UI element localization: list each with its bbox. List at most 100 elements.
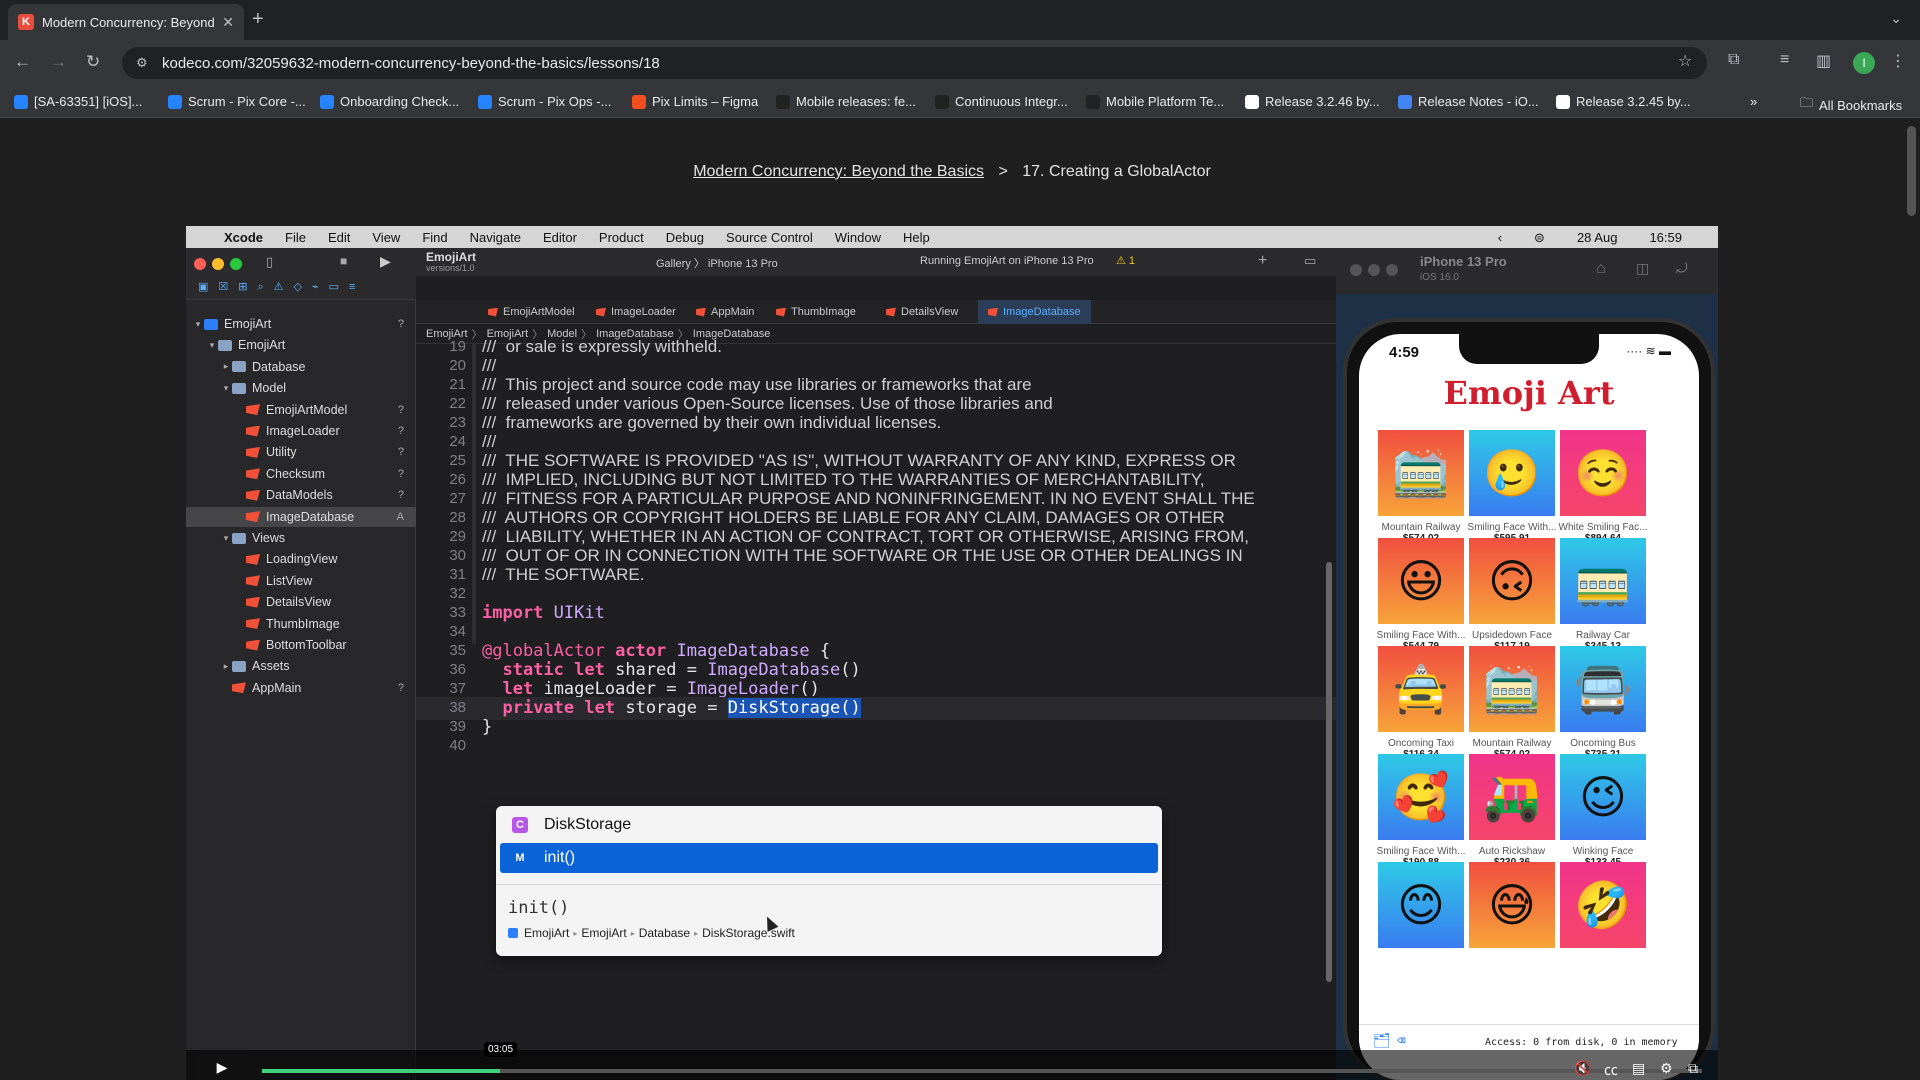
course-link[interactable]: Modern Concurrency: Beyond the Basics: [693, 163, 984, 180]
autocomplete-item[interactable]: Minit(): [500, 843, 1158, 873]
bookmarks-overflow-icon[interactable]: »: [1750, 94, 1757, 109]
folder-badge-icon[interactable]: 🗂: [1373, 1033, 1391, 1049]
bookmark-item[interactable]: Scrum - Pix Core -...: [168, 94, 306, 109]
menu-navigate: Navigate: [469, 229, 521, 245]
iphone-notch: [1459, 334, 1599, 364]
scm-status-badge: ?: [397, 467, 404, 480]
code-text: /// or sale is expressly withheld.: [482, 337, 722, 356]
bookmark-item[interactable]: Scrum - Pix Ops -...: [478, 94, 611, 109]
emoji-cell[interactable]: 🥰Smiling Face With...$190.88: [1369, 754, 1473, 868]
jira-icon: [478, 94, 492, 109]
emoji-thumbnail: 🚞: [1469, 646, 1555, 732]
bookmark-item[interactable]: Release 3.2.46 by...: [1245, 94, 1380, 109]
emoji-cell[interactable]: 😊: [1369, 862, 1473, 954]
notes-icon[interactable]: ▤: [1632, 1060, 1645, 1077]
browser-menu-icon[interactable]: ⋮: [1890, 51, 1906, 71]
navigator-item-label: DetailsView: [266, 595, 332, 610]
back-icon[interactable]: ←: [14, 52, 31, 72]
emoji-thumbnail: 🚖: [1378, 646, 1464, 732]
line-number: 23: [449, 414, 466, 431]
bookmark-item[interactable]: Release 3.2.45 by...: [1556, 94, 1691, 109]
disclosure-icon: ▾: [209, 339, 215, 350]
code-text: /// IMPLIED, INCLUDING BUT NOT LIMITED T…: [482, 470, 1205, 489]
tab-close-icon[interactable]: ✕: [222, 14, 234, 31]
tab-search-chevron-icon[interactable]: ⌄: [1890, 10, 1902, 27]
emoji-cell[interactable]: 🙃Upsidedown Face$117.19: [1460, 538, 1564, 652]
settings-icon[interactable]: ⚙: [1660, 1060, 1673, 1077]
project-version: versions/1.0: [426, 263, 475, 273]
emoji-cell[interactable]: 😃Smiling Face With...$544.79: [1369, 538, 1473, 652]
play-button[interactable]: ▶: [196, 1055, 248, 1080]
emoji-cell[interactable]: 🚞Mountain Railway$574.02: [1460, 646, 1564, 760]
emoji-cell[interactable]: ☺️White Smiling Fac...$894.64: [1551, 430, 1655, 544]
emoji-cell[interactable]: 🛺Auto Rickshaw$230.36: [1460, 754, 1564, 868]
emoji-cell[interactable]: 🚃Railway Car$345.13: [1551, 538, 1655, 652]
navigator-item: ImageLoader?: [186, 421, 416, 441]
xcode-toolbar: ▯ ■ ▶ EmojiArt versions/1.0 Gallery 〉 iP…: [186, 248, 1336, 276]
navigator-tab-icons: ▣☒⊞⌕⚠◇⌁▭≡: [198, 281, 366, 293]
bookmark-item[interactable]: [SA-63351] [iOS]...: [14, 94, 142, 109]
project-icon: [508, 928, 518, 938]
bookmark-star-icon[interactable]: ☆: [1678, 51, 1692, 71]
emoji-thumbnail: 🥲: [1469, 430, 1555, 516]
emoji-name: White Smiling Fac...: [1558, 522, 1648, 533]
navigator-item: ▾ EmojiArt: [186, 335, 416, 355]
menu-debug: Debug: [665, 229, 705, 245]
folder-icon: [232, 361, 246, 373]
profile-avatar[interactable]: I: [1853, 52, 1875, 74]
swift-file-icon: [488, 307, 498, 317]
side-panel-icon[interactable]: ▥: [1816, 51, 1831, 71]
code-text: /// THE SOFTWARE.: [482, 565, 645, 584]
emoji-cell[interactable]: 🤣: [1551, 862, 1655, 954]
bookmark-item[interactable]: Continuous Integr...: [935, 94, 1068, 109]
activity-status: Running EmojiArt on iPhone 13 Pro: [920, 255, 1094, 267]
menubar-status: ‹ ⊜ 28 Aug 16:59: [1498, 230, 1704, 246]
bookmark-item[interactable]: Pix Limits – Figma: [632, 94, 758, 109]
bookmark-item[interactable]: Mobile Platform Te...: [1086, 94, 1224, 109]
emoji-cell[interactable]: 😉Winking Face$133.45: [1551, 754, 1655, 868]
code-editor: 19 /// or sale is expressly withheld. 20 //…: [416, 337, 1336, 1080]
bookmark-label: Mobile Platform Te...: [1106, 94, 1225, 109]
media-control-icon[interactable]: ≡: [1780, 51, 1789, 69]
line-number: 39: [449, 718, 466, 735]
reload-icon[interactable]: ↻: [86, 52, 100, 72]
navigator-item: ▾ EmojiArt?: [186, 314, 416, 334]
pip-icon[interactable]: ⧉: [1688, 1060, 1698, 1077]
captions-icon[interactable]: ㏄: [1604, 1060, 1618, 1080]
inspector-toggle-icon: ▭: [1304, 253, 1317, 268]
menubar-time: 16:59: [1649, 230, 1682, 245]
menu-product: Product: [598, 229, 644, 245]
editor-scrollbar[interactable]: [1326, 562, 1332, 982]
site-info-icon[interactable]: ⚙: [136, 55, 148, 71]
all-bookmarks[interactable]: 🗀 All Bookmarks: [1800, 94, 1902, 116]
code-text: /// LIABILITY, WHETHER IN AN ACTION OF C…: [482, 527, 1250, 546]
disclosure-icon: ▾: [195, 318, 201, 329]
new-tab-icon[interactable]: +: [252, 8, 264, 31]
bookmark-item[interactable]: Onboarding Check...: [320, 94, 459, 109]
page-scrollbar-thumb[interactable]: [1907, 126, 1916, 216]
forward-icon[interactable]: →: [50, 52, 67, 72]
emoji-cell[interactable]: 🥲Smiling Face With...$595.91: [1460, 430, 1564, 544]
browser-tab[interactable]: K Modern Concurrency: Beyond ✕: [8, 4, 244, 40]
extensions-icon[interactable]: ⧉: [1728, 51, 1739, 69]
autocomplete-item[interactable]: C DiskStorage: [500, 810, 1158, 840]
address-bar[interactable]: ⚙ kodeco.com/32059632-modern-concurrency…: [122, 47, 1707, 79]
emoji-cell[interactable]: 🚍Oncoming Bus$735.21: [1551, 646, 1655, 760]
emoji-cell[interactable]: 🚖Oncoming Taxi$116.34: [1369, 646, 1473, 760]
page-scrollbar[interactable]: [1904, 118, 1920, 1080]
emoji-cell[interactable]: 😅: [1460, 862, 1564, 954]
clear-cache-icon[interactable]: ⌫: [1397, 1033, 1405, 1049]
bookmark-item[interactable]: Release Notes - iO...: [1398, 94, 1539, 109]
emoji-thumbnail: 🚞: [1378, 430, 1464, 516]
navigator-item: ListView: [186, 571, 416, 591]
bookmark-item[interactable]: Mobile releases: fe...: [776, 94, 916, 109]
navigator-item: EmojiArtModel?: [186, 400, 416, 420]
emoji-cell[interactable]: 🚞Mountain Railway$574.02: [1369, 430, 1473, 544]
code-text: let imageLoader = ImageLoader(): [502, 679, 820, 699]
navigator-item-label: DataModels: [266, 488, 333, 503]
swift-file-icon: [232, 682, 246, 694]
editor-tab: ThumbImage: [766, 300, 866, 324]
mute-icon[interactable]: 🔇: [1574, 1060, 1591, 1077]
editor-tab-label: ImageDatabase: [1003, 306, 1081, 318]
swift-file-icon: [246, 446, 260, 458]
